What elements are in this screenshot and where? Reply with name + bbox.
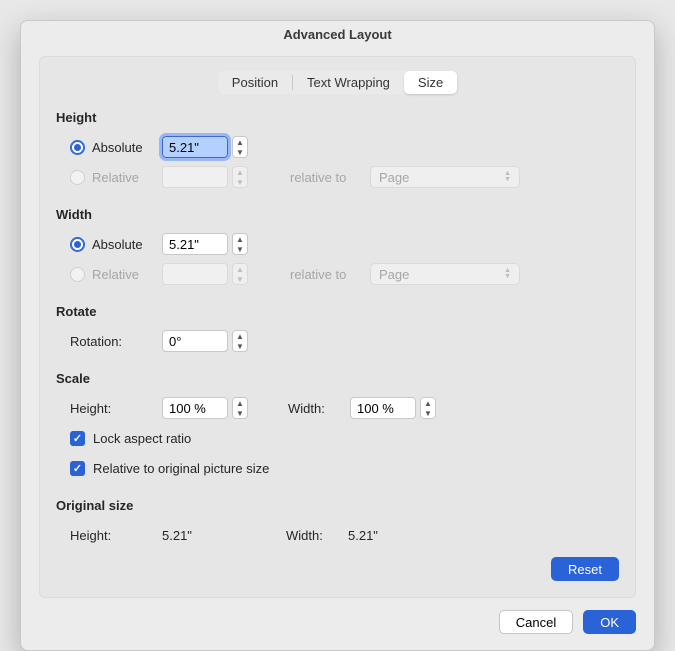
chevron-up-icon[interactable]: ▲	[421, 398, 435, 408]
dialog-title: Advanced Layout	[21, 21, 654, 48]
section-scale: Scale	[56, 371, 619, 386]
scale-width-label: Width:	[288, 401, 350, 416]
chevron-up-icon[interactable]: ▲	[233, 137, 247, 147]
width-absolute-stepper[interactable]: ▲ ▼	[232, 233, 248, 255]
dialog-content: Position Text Wrapping Size Height Absol…	[39, 56, 636, 598]
cancel-button[interactable]: Cancel	[499, 610, 573, 634]
chevron-down-icon: ▼	[233, 274, 247, 284]
chevron-up-icon: ▲	[233, 264, 247, 274]
scale-width-input[interactable]	[350, 397, 416, 419]
width-absolute-field: ▲ ▼	[162, 233, 250, 255]
radio-dot-icon	[70, 267, 85, 282]
lock-aspect-ratio-label: Lock aspect ratio	[93, 431, 191, 446]
height-absolute-stepper[interactable]: ▲ ▼	[232, 136, 248, 158]
original-height-value: 5.21"	[162, 528, 232, 543]
width-absolute-label: Absolute	[92, 237, 143, 252]
ok-button[interactable]: OK	[583, 610, 636, 634]
height-relative-to-label: relative to	[290, 170, 370, 185]
chevron-down-icon[interactable]: ▼	[233, 341, 247, 351]
relative-original-checkbox[interactable]: ✓ Relative to original picture size	[70, 461, 269, 476]
radio-dot-icon	[70, 170, 85, 185]
tab-text-wrapping[interactable]: Text Wrapping	[293, 71, 404, 94]
advanced-layout-dialog: Advanced Layout Position Text Wrapping S…	[20, 20, 655, 651]
rotation-input[interactable]	[162, 330, 228, 352]
chevron-up-icon: ▲	[233, 167, 247, 177]
original-height-label: Height:	[70, 528, 162, 543]
chevron-down-icon[interactable]: ▼	[233, 244, 247, 254]
rotation-label: Rotation:	[70, 334, 162, 349]
width-absolute-radio[interactable]: Absolute	[70, 237, 162, 252]
tab-bar: Position Text Wrapping Size	[56, 71, 619, 94]
scale-width-field: ▲ ▼	[350, 397, 438, 419]
select-chevron-icon: ▲▼	[504, 171, 511, 183]
chevron-up-icon[interactable]: ▲	[233, 398, 247, 408]
height-relative-label: Relative	[92, 170, 139, 185]
height-absolute-radio[interactable]: Absolute	[70, 140, 162, 155]
radio-dot-icon	[70, 237, 85, 252]
scale-height-field: ▲ ▼	[162, 397, 250, 419]
chevron-down-icon: ▼	[233, 177, 247, 187]
height-absolute-label: Absolute	[92, 140, 143, 155]
section-height: Height	[56, 110, 619, 125]
section-width: Width	[56, 207, 619, 222]
original-width-value: 5.21"	[348, 528, 378, 543]
section-rotate: Rotate	[56, 304, 619, 319]
chevron-down-icon[interactable]: ▼	[421, 408, 435, 418]
width-absolute-input[interactable]	[162, 233, 228, 255]
dialog-footer: Cancel OK	[21, 598, 654, 650]
scale-height-input[interactable]	[162, 397, 228, 419]
height-relative-to-value: Page	[379, 170, 409, 185]
scale-width-stepper[interactable]: ▲ ▼	[420, 397, 436, 419]
width-relative-input	[162, 263, 228, 285]
chevron-down-icon[interactable]: ▼	[233, 408, 247, 418]
relative-original-label: Relative to original picture size	[93, 461, 269, 476]
height-absolute-field: ▲ ▼	[162, 136, 250, 158]
chevron-down-icon[interactable]: ▼	[233, 147, 247, 157]
tab-size[interactable]: Size	[404, 71, 457, 94]
width-relative-label: Relative	[92, 267, 139, 282]
lock-aspect-ratio-checkbox[interactable]: ✓ Lock aspect ratio	[70, 431, 191, 446]
original-width-label: Width:	[286, 528, 348, 543]
section-original: Original size	[56, 498, 619, 513]
tab-position[interactable]: Position	[218, 71, 292, 94]
width-relative-stepper: ▲ ▼	[232, 263, 248, 285]
rotation-field: ▲ ▼	[162, 330, 250, 352]
rotation-stepper[interactable]: ▲ ▼	[232, 330, 248, 352]
select-chevron-icon: ▲▼	[504, 268, 511, 280]
width-relative-to-select: Page ▲▼	[370, 263, 520, 285]
height-absolute-input[interactable]	[162, 136, 228, 158]
width-relative-to-label: relative to	[290, 267, 370, 282]
checkmark-icon: ✓	[70, 461, 85, 476]
height-relative-field: ▲ ▼	[162, 166, 250, 188]
checkmark-icon: ✓	[70, 431, 85, 446]
width-relative-field: ▲ ▼	[162, 263, 250, 285]
reset-button[interactable]: Reset	[551, 557, 619, 581]
chevron-up-icon[interactable]: ▲	[233, 331, 247, 341]
height-relative-to-select: Page ▲▼	[370, 166, 520, 188]
chevron-up-icon[interactable]: ▲	[233, 234, 247, 244]
height-relative-stepper: ▲ ▼	[232, 166, 248, 188]
width-relative-to-value: Page	[379, 267, 409, 282]
scale-height-label: Height:	[70, 401, 162, 416]
radio-dot-icon	[70, 140, 85, 155]
height-relative-input	[162, 166, 228, 188]
width-relative-radio: Relative	[70, 267, 162, 282]
height-relative-radio: Relative	[70, 170, 162, 185]
scale-height-stepper[interactable]: ▲ ▼	[232, 397, 248, 419]
